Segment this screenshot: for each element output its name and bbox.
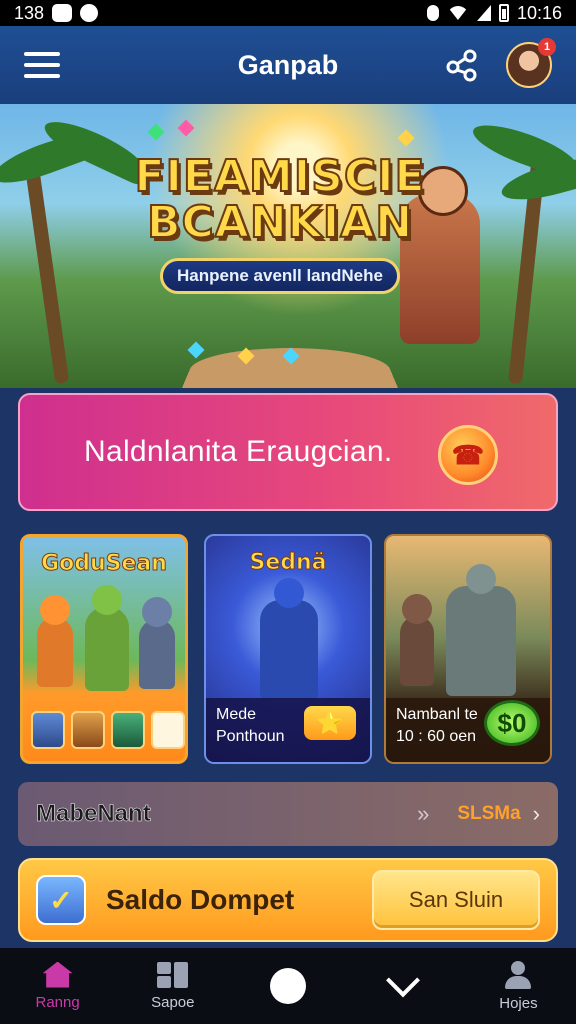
- user-icon: [505, 960, 532, 989]
- hero-subtitle: Hanpene avenll landNehe: [160, 258, 400, 294]
- notification-badge: 1: [538, 38, 556, 56]
- thumbnail[interactable]: [151, 711, 185, 749]
- info-label: MabeNant: [36, 800, 151, 828]
- avatar[interactable]: 1: [506, 38, 556, 88]
- app-bar: Ganpab 1: [0, 26, 576, 104]
- wifi-icon: [446, 6, 469, 20]
- star-icon: ⭐: [304, 706, 356, 740]
- chevron-right-icon: ›: [532, 801, 540, 826]
- thumbnail[interactable]: [71, 711, 105, 749]
- game-card-caption: Nambanl te 10 : 60 oen: [396, 706, 478, 745]
- promo-banner[interactable]: Naldnlanita Eraugcian. ☎: [18, 393, 558, 511]
- nav-item-profile[interactable]: Hojes: [461, 948, 576, 1024]
- app-notification-icon: [52, 4, 73, 22]
- games-icon: [156, 961, 189, 988]
- game-card-1[interactable]: GoduSean: [20, 534, 188, 764]
- nav-item-collapse[interactable]: [346, 948, 461, 1024]
- phone-icon[interactable]: ☎: [438, 425, 498, 485]
- menu-icon[interactable]: [24, 52, 60, 78]
- chevron-down-icon: [386, 963, 421, 998]
- hero-title: FIEAMISCIE BCANKIAN: [133, 151, 426, 248]
- status-time: 10:16: [516, 2, 562, 23]
- share-icon[interactable]: [442, 45, 482, 85]
- game-card-title: Sednä: [249, 550, 327, 576]
- home-icon: [42, 961, 73, 988]
- promo-text: Naldnlanita Eraugcian.: [84, 435, 393, 468]
- thumbnail[interactable]: [31, 711, 65, 749]
- nav-item-games[interactable]: Sapoe: [115, 948, 230, 1024]
- coin-icon: $0: [484, 700, 540, 746]
- nav-label: Hojes: [499, 994, 538, 1012]
- wallet-button[interactable]: San Sluin: [372, 870, 540, 930]
- game-card-2[interactable]: Sednä Mede Ponthoun ⭐: [204, 534, 372, 764]
- game-cards: GoduSean Sednä Mede Ponthoun ⭐ Nambanl t…: [20, 534, 556, 764]
- thumbnail-row: [31, 711, 185, 749]
- thumbnail[interactable]: [111, 711, 145, 749]
- wallet-label: Saldo Dompet: [106, 884, 295, 915]
- info-row[interactable]: MabeNant » SLSMa ›: [18, 782, 558, 846]
- app-title: Ganpab: [237, 49, 339, 80]
- info-value: SLSMa: [457, 803, 521, 824]
- bottom-nav: Ranng Sapoe Hojes: [0, 948, 576, 1024]
- double-chevron-icon: »: [417, 801, 430, 826]
- game-card-caption: Mede Ponthoun: [216, 706, 285, 745]
- nav-label: Sapoe: [151, 993, 195, 1011]
- wallet-check-icon: ✓: [36, 875, 86, 925]
- hero-banner[interactable]: FIEAMISCIE BCANKIAN Hanpene avenll landN…: [0, 104, 576, 388]
- game-card-3[interactable]: Nambanl te 10 : 60 oen $0: [384, 534, 552, 764]
- alarm-icon: [426, 5, 439, 21]
- nav-item-home-button[interactable]: [230, 948, 345, 1024]
- status-bar: 138 10:16: [0, 0, 576, 26]
- battery-icon: [498, 4, 509, 22]
- game-card-title: GoduSean: [41, 551, 168, 577]
- nav-label: Ranng: [35, 993, 80, 1011]
- status-left-text: 138: [14, 2, 45, 23]
- wallet-card: ✓ Saldo Dompet San Sluin: [18, 858, 558, 942]
- circle-icon: [270, 968, 306, 1004]
- sync-icon: [80, 4, 99, 22]
- nav-item-home[interactable]: Ranng: [0, 948, 115, 1024]
- signal-icon: [476, 5, 491, 21]
